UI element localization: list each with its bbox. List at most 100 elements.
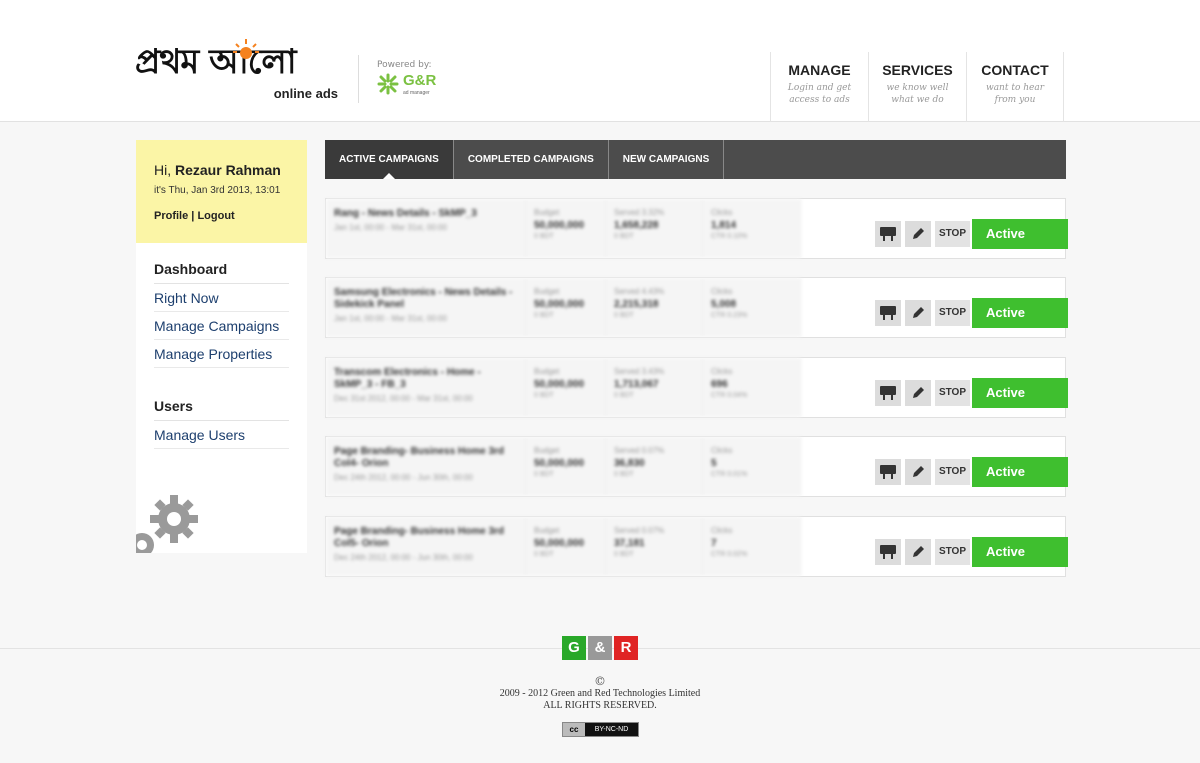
header-divider xyxy=(358,55,359,103)
served-cell: Served 0.07% 37,181 0 BDT xyxy=(606,517,703,576)
edit-button[interactable] xyxy=(904,221,931,247)
campaign-dates: Jan 1st, 00:00 - Mar 31st, 00:00 xyxy=(334,314,447,323)
nav-manage[interactable]: MANAGE Login and get access to ads xyxy=(770,52,868,122)
tab-completed-campaigns[interactable]: COMPLETED CAMPAIGNS xyxy=(454,140,609,179)
pencil-icon xyxy=(912,466,924,477)
clicks-value: 696 xyxy=(711,379,728,390)
current-date: it's Thu, Jan 3rd 2013, 13:01 xyxy=(154,185,281,196)
campaign-actions: STOP Active xyxy=(874,378,1068,408)
gear-icon xyxy=(136,495,198,553)
active-status-button[interactable]: Active xyxy=(972,378,1068,408)
stop-button[interactable]: STOP xyxy=(934,459,970,485)
edit-button[interactable] xyxy=(904,459,931,485)
user-name: Rezaur Rahman xyxy=(175,162,281,178)
budget-label: Budget xyxy=(534,208,560,217)
preview-button[interactable] xyxy=(874,459,901,485)
nav-contact[interactable]: CONTACT want to hear from you xyxy=(966,52,1064,122)
nav-services[interactable]: SERVICES we know well what we do xyxy=(868,52,966,122)
campaign-dates: Dec 24th 2012, 00:00 - Jun 30th, 00:00 xyxy=(334,473,473,482)
budget-sub: 0 BDT xyxy=(534,471,554,478)
footer-logo-r: R xyxy=(614,636,638,660)
prothom-alo-logo[interactable]: প্রথম আলো online ads xyxy=(135,39,340,102)
sidebar-item-manage-campaigns[interactable]: Manage Campaigns xyxy=(154,312,289,340)
copyright-line1: 2009 - 2012 Green and Red Technologies L… xyxy=(499,688,701,699)
stop-button[interactable]: STOP xyxy=(934,380,970,406)
creative-commons-badge[interactable]: cc BY-NC-ND xyxy=(562,722,639,737)
campaign-name: Rang - News Details - SkMP_3 xyxy=(334,208,477,219)
active-status-button[interactable]: Active xyxy=(972,219,1068,249)
nav-contact-sub: want to hear from you xyxy=(985,83,1045,105)
campaign-name-cell[interactable]: Samsung Electronics - News Details - Sid… xyxy=(326,278,526,337)
served-sub: 0 BDT xyxy=(614,471,634,478)
served-value: 36,830 xyxy=(614,458,645,469)
campaign-tabs: ACTIVE CAMPAIGNS COMPLETED CAMPAIGNS NEW… xyxy=(325,140,1066,179)
users-heading: Users xyxy=(154,398,289,421)
budget-value: 50,000,000 xyxy=(534,299,585,310)
budget-value: 50,000,000 xyxy=(534,458,585,469)
campaign-name-cell[interactable]: Rang - News Details - SkMP_3 Jan 1st, 00:… xyxy=(326,199,526,258)
campaign-row: Page Branding- Business Home 3rd Col4- O… xyxy=(325,436,1068,497)
clicks-value: 5,008 xyxy=(711,299,737,310)
nav-manage-title: MANAGE xyxy=(788,62,851,78)
budget-value: 50,000,000 xyxy=(534,220,585,231)
clicks-label: Clicks xyxy=(711,526,733,535)
budget-sub: 0 BDT xyxy=(534,551,554,558)
ctr-value: CTR 0.04% xyxy=(711,392,748,399)
pencil-icon xyxy=(912,546,924,557)
billboard-icon xyxy=(879,386,896,400)
logout-link[interactable]: Logout xyxy=(197,210,234,222)
stop-button[interactable]: STOP xyxy=(934,300,970,326)
clicks-cell: Clicks 1,814 CTR 0.10% xyxy=(703,199,801,258)
served-sub: 0 BDT xyxy=(614,233,634,240)
campaign-name: Page Branding- Business Home 3rd Col4- O… xyxy=(334,446,505,469)
billboard-icon xyxy=(879,227,896,241)
served-value: 1,713,067 xyxy=(614,379,659,390)
user-links: Profile | Logout xyxy=(154,210,307,222)
profile-link[interactable]: Profile xyxy=(154,210,188,222)
preview-button[interactable] xyxy=(874,539,901,565)
campaign-details: Transcom Electronics - Home - SkMP_3 - F… xyxy=(326,358,801,417)
served-sub: 0 BDT xyxy=(614,392,634,399)
campaign-name-cell[interactable]: Transcom Electronics - Home - SkMP_3 - F… xyxy=(326,358,526,417)
budget-cell: Budget 50,000,000 0 BDT xyxy=(526,199,606,258)
pencil-icon xyxy=(912,387,924,398)
tab-active-campaigns[interactable]: ACTIVE CAMPAIGNS xyxy=(325,140,454,179)
copyright-symbol: © xyxy=(594,674,606,688)
dashboard-heading: Dashboard xyxy=(154,261,289,284)
active-status-button[interactable]: Active xyxy=(972,457,1068,487)
campaign-dates: Dec 31st 2012, 00:00 - Mar 31st, 00:00 xyxy=(334,394,473,403)
edit-button[interactable] xyxy=(904,539,931,565)
budget-cell: Budget 50,000,000 0 BDT xyxy=(526,278,606,337)
campaign-dates: Dec 24th 2012, 00:00 - Jun 30th, 00:00 xyxy=(334,553,473,562)
preview-button[interactable] xyxy=(874,380,901,406)
stop-button[interactable]: STOP xyxy=(934,539,970,565)
campaign-name-cell[interactable]: Page Branding- Business Home 3rd Col4- O… xyxy=(326,437,526,496)
stop-button[interactable]: STOP xyxy=(934,221,970,247)
preview-button[interactable] xyxy=(874,300,901,326)
clicks-cell: Clicks 5,008 CTR 0.23% xyxy=(703,278,801,337)
edit-button[interactable] xyxy=(904,380,931,406)
campaign-row: Rang - News Details - SkMP_3 Jan 1st, 00:… xyxy=(325,198,1068,259)
clicks-value: 5 xyxy=(711,458,717,469)
powered-by-label: Powered by: xyxy=(377,60,432,70)
pencil-icon xyxy=(912,307,924,318)
sidebar-item-manage-properties[interactable]: Manage Properties xyxy=(154,340,289,368)
sidebar-item-right-now[interactable]: Right Now xyxy=(154,284,289,312)
preview-button[interactable] xyxy=(874,221,901,247)
served-value: 2,215,318 xyxy=(614,299,659,310)
gr-partner-logo[interactable]: G&R ad manager xyxy=(377,72,436,96)
tab-new-campaigns[interactable]: NEW CAMPAIGNS xyxy=(609,140,725,179)
served-label: Served 4.43% xyxy=(614,287,665,296)
served-sub: 0 BDT xyxy=(614,312,634,319)
user-info-box: Hi, Rezaur Rahman it's Thu, Jan 3rd 2013… xyxy=(136,140,307,243)
campaign-name: Samsung Electronics - News Details - Sid… xyxy=(334,287,513,310)
active-status-button[interactable]: Active xyxy=(972,298,1068,328)
sidebar-item-manage-users[interactable]: Manage Users xyxy=(154,421,289,449)
campaign-name-cell[interactable]: Page Branding- Business Home 3rd Col5- O… xyxy=(326,517,526,576)
clicks-cell: Clicks 696 CTR 0.04% xyxy=(703,358,801,417)
budget-sub: 0 BDT xyxy=(534,233,554,240)
campaign-dates: Jan 1st, 00:00 - Mar 31st, 00:00 xyxy=(334,223,447,232)
campaign-details: Page Branding- Business Home 3rd Col5- O… xyxy=(326,517,801,576)
edit-button[interactable] xyxy=(904,300,931,326)
active-status-button[interactable]: Active xyxy=(972,537,1068,567)
